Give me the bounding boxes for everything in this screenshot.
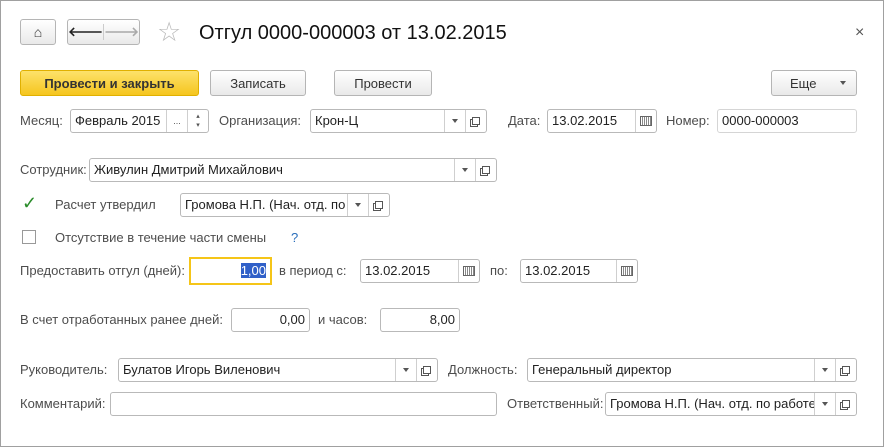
open-icon[interactable]	[368, 194, 389, 216]
approved-checkbox[interactable]: ✓	[22, 193, 37, 213]
home-button[interactable]: ⌂	[20, 19, 56, 45]
partial-shift-checkbox[interactable]	[22, 230, 36, 244]
calendar-icon[interactable]	[616, 260, 637, 282]
help-link[interactable]: ?	[291, 226, 298, 250]
employee-label: Сотрудник:	[20, 162, 87, 177]
month-field[interactable]: Февраль 2015... ▴ ▾	[70, 109, 209, 133]
month-select-button[interactable]: ...	[166, 110, 187, 132]
chevron-down-icon	[840, 81, 846, 85]
post-and-close-button[interactable]: Провести и закрыть	[20, 70, 199, 96]
approved-by-value: Громова Н.П. (Нач. отд. по	[185, 197, 346, 212]
date-field[interactable]: 13.02.2015	[547, 109, 657, 133]
date-label: Дата:	[508, 113, 541, 128]
calendar-icon[interactable]	[635, 110, 656, 132]
responsible-field[interactable]: Громова Н.П. (Нач. отд. по работе	[605, 392, 857, 416]
month-label: Месяц:	[20, 113, 63, 128]
page-title: Отгул 0000-000003 от 13.02.2015	[199, 22, 507, 44]
favorite-star-icon[interactable]: ☆	[157, 17, 181, 48]
days-value: 1,00	[240, 263, 266, 278]
org-field[interactable]: Крон-Ц	[310, 109, 487, 133]
open-icon[interactable]	[416, 359, 437, 381]
dropdown-icon[interactable]	[347, 194, 368, 216]
responsible-label: Ответственный:	[507, 396, 604, 411]
to-date-field[interactable]: 13.02.2015	[520, 259, 638, 283]
open-icon[interactable]	[475, 159, 496, 181]
hours-value: 8,00	[429, 312, 455, 327]
manager-value: Булатов Игорь Виленович	[123, 362, 281, 377]
open-icon[interactable]	[835, 393, 856, 415]
dropdown-icon[interactable]	[454, 159, 475, 181]
worked-days-field[interactable]: 0,00	[231, 308, 310, 332]
number-value: 0000-000003	[722, 113, 799, 128]
org-label: Организация:	[219, 113, 302, 128]
dropdown-icon[interactable]	[814, 359, 835, 381]
employee-value: Живулин Дмитрий Михайлович	[94, 162, 283, 177]
date-value: 13.02.2015	[552, 113, 618, 128]
post-button[interactable]: Провести	[334, 70, 432, 96]
hours-field[interactable]: 8,00	[380, 308, 460, 332]
open-icon[interactable]	[835, 359, 856, 381]
dropdown-icon[interactable]	[444, 110, 465, 132]
back-button[interactable]: 🡐	[68, 24, 104, 40]
hours-label: и часов:	[318, 312, 368, 327]
home-icon: ⌂	[33, 24, 43, 40]
dropdown-icon[interactable]	[814, 393, 835, 415]
approved-label: Расчет утвердил	[55, 197, 156, 212]
approved-by-field[interactable]: Громова Н.П. (Нач. отд. по	[180, 193, 390, 217]
days-label: Предоставить отгул (дней):	[20, 263, 185, 278]
checkmark-icon: ✓	[22, 193, 38, 213]
position-field[interactable]: Генеральный директор	[527, 358, 857, 382]
worked-days-value: 0,00	[279, 312, 305, 327]
to-label: по:	[490, 263, 508, 278]
month-spinner[interactable]: ▴ ▾	[187, 110, 208, 132]
number-label: Номер:	[666, 113, 710, 128]
dropdown-icon[interactable]	[395, 359, 416, 381]
from-label: в период с:	[279, 263, 347, 278]
days-field[interactable]: 1,00	[189, 257, 272, 285]
org-value: Крон-Ц	[315, 113, 359, 128]
manager-field[interactable]: Булатов Игорь Виленович	[118, 358, 438, 382]
nav-group: 🡐 🡒	[67, 19, 140, 45]
from-value: 13.02.2015	[365, 263, 431, 278]
partial-shift-label: Отсутствие в течение части смены	[55, 230, 267, 245]
calendar-icon[interactable]	[458, 260, 479, 282]
from-date-field[interactable]: 13.02.2015	[360, 259, 480, 283]
month-value: Февраль 2015	[75, 113, 161, 128]
more-label: Еще	[790, 75, 817, 91]
comment-label: Комментарий:	[20, 396, 106, 411]
close-button[interactable]: ×	[855, 24, 864, 42]
to-value: 13.02.2015	[525, 263, 591, 278]
number-field[interactable]: 0000-000003	[717, 109, 857, 133]
open-icon[interactable]	[465, 110, 486, 132]
save-button[interactable]: Записать	[210, 70, 306, 96]
comment-value	[111, 393, 496, 415]
position-label: Должность:	[448, 362, 518, 377]
worked-days-label: В счет отработанных ранее дней:	[20, 312, 223, 327]
comment-field[interactable]	[110, 392, 497, 416]
manager-label: Руководитель:	[20, 362, 108, 377]
more-button[interactable]: Еще	[771, 70, 857, 96]
position-value: Генеральный директор	[532, 362, 672, 377]
responsible-value: Громова Н.П. (Нач. отд. по работе	[610, 396, 814, 411]
forward-button[interactable]: 🡒	[104, 24, 139, 40]
employee-field[interactable]: Живулин Дмитрий Михайлович	[89, 158, 497, 182]
